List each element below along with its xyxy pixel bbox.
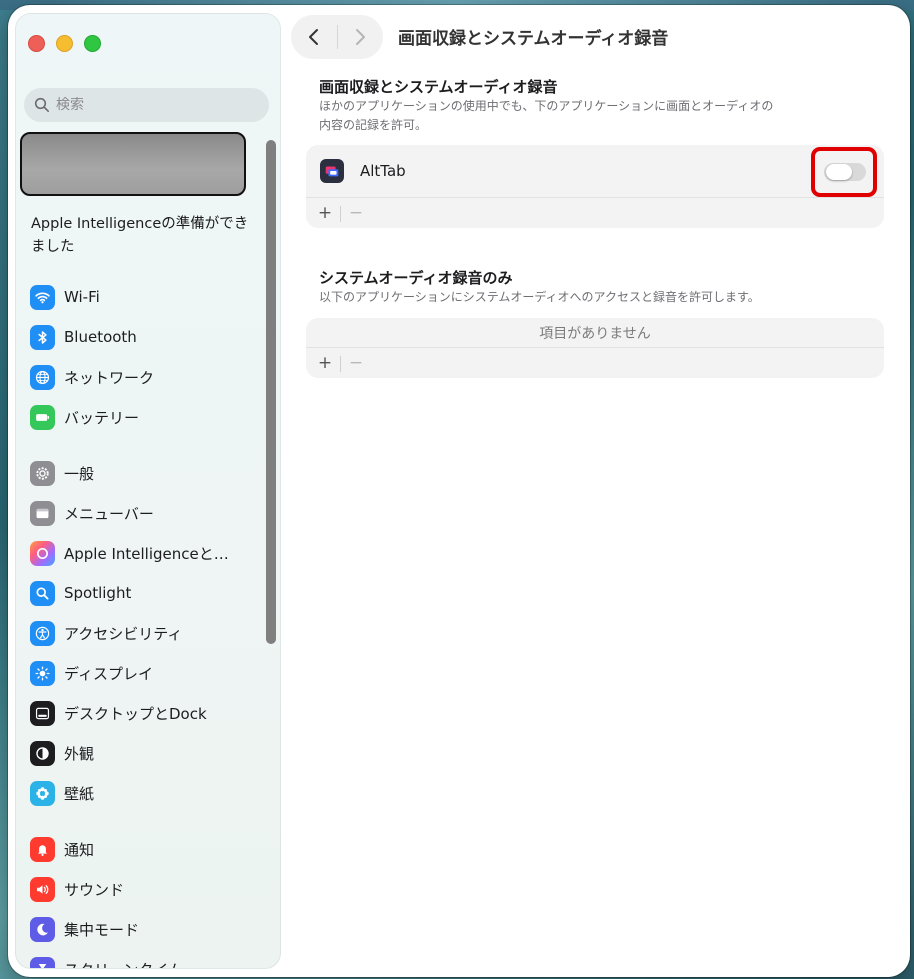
sidebar-item-spotlight[interactable]: Spotlight (30, 578, 260, 608)
sidebar-item-network[interactable]: ネットワーク (30, 362, 260, 392)
sidebar-item-desktop-dock[interactable]: デスクトップとDock (30, 698, 260, 728)
bluetooth-icon (30, 324, 55, 350)
sidebar-item-appearance[interactable]: 外観 (30, 738, 260, 768)
battery-icon (30, 404, 55, 430)
section-description: ほかのアプリケーションの使用中でも、下のアプリケーションに画面とオーディオの 内… (319, 97, 819, 135)
apple-intelligence-notice[interactable]: Apple Intelligenceの準備ができました (31, 213, 251, 259)
account-card[interactable] (20, 132, 246, 196)
app-name: AltTab (360, 162, 406, 180)
section-title-system-audio: システムオーディオ録音のみ (319, 269, 513, 287)
section-title-screen-recording: 画面収録とシステムオーディオ録音 (319, 78, 558, 96)
globe-icon (30, 364, 55, 390)
sidebar-item-label: Bluetooth (64, 328, 137, 346)
sidebar-item-label: 一般 (64, 464, 95, 483)
sidebar-item-wallpaper[interactable]: 壁紙 (30, 778, 260, 808)
section-description-line1: ほかのアプリケーションの使用中でも、下のアプリケーションに画面とオーディオの (319, 99, 774, 113)
remove-app-button[interactable]: − (345, 349, 367, 378)
search-input[interactable] (56, 97, 246, 113)
sidebar-item-focus[interactable]: 集中モード (30, 914, 260, 944)
empty-list-message: 項目がありません (306, 318, 884, 348)
sidebar-item-wifi[interactable]: Wi-Fi (30, 282, 260, 312)
sidebar-item-label: 集中モード (64, 920, 140, 939)
sidebar-item-label: アクセシビリティ (64, 624, 183, 643)
minimize-button[interactable] (56, 35, 73, 52)
back-button[interactable] (291, 15, 337, 59)
sidebar-item-apple-intelligence[interactable]: Apple Intelligenceと… (30, 538, 260, 568)
sidebar-item-label: Wi-Fi (64, 288, 100, 306)
bell-icon (30, 836, 55, 862)
sidebar-item-label: 通知 (64, 840, 95, 859)
footer-divider (340, 355, 341, 372)
search-field[interactable] (24, 88, 269, 122)
remove-app-button[interactable]: − (345, 199, 367, 228)
gear-icon (30, 460, 55, 486)
sidebar-scrollbar-thumb[interactable] (266, 140, 276, 644)
chevron-left-icon (308, 29, 318, 45)
sidebar-item-label: 外観 (64, 744, 95, 763)
app-row-alttab[interactable]: AltTab (306, 145, 884, 198)
sidebar-item-general[interactable]: 一般 (30, 458, 260, 488)
wifi-icon (30, 284, 55, 310)
sidebar-item-display[interactable]: ディスプレイ (30, 658, 260, 688)
screen-recording-apps-panel: AltTab + − (306, 145, 884, 228)
add-app-button[interactable]: + (314, 199, 336, 228)
section-description-line2: 内容の記録を許可。 (319, 118, 428, 132)
system-audio-apps-panel: 項目がありません + − (306, 318, 884, 378)
page-title: 画面収録とシステムオーディオ録音 (398, 29, 669, 49)
sidebar-item-label: ネットワーク (64, 368, 155, 387)
list-footer: + − (306, 199, 884, 228)
sidebar: Apple Intelligenceの準備ができました Wi-Fi Blueto… (15, 13, 281, 969)
chevron-right-icon (356, 29, 366, 45)
moon-icon (30, 916, 55, 942)
sidebar-item-label: ディスプレイ (64, 664, 153, 683)
sidebar-item-label: バッテリー (64, 408, 140, 427)
sidebar-item-sound[interactable]: サウンド (30, 874, 260, 904)
close-button[interactable] (28, 35, 45, 52)
section-description-system-audio: 以下のアプリケーションにシステムオーディオへのアクセスと録音を許可します。 (319, 290, 760, 304)
sidebar-item-label: デスクトップとDock (64, 704, 207, 723)
footer-divider (340, 205, 341, 222)
sidebar-item-notifications[interactable]: 通知 (30, 834, 260, 864)
accessibility-icon (30, 620, 55, 646)
sidebar-item-label: 壁紙 (64, 784, 95, 803)
add-app-button[interactable]: + (314, 349, 336, 378)
sidebar-item-label: サウンド (64, 880, 125, 899)
hourglass-icon (30, 956, 55, 968)
dock-icon (30, 700, 55, 726)
sidebar-item-battery[interactable]: バッテリー (30, 402, 260, 432)
magnifier-icon (30, 580, 55, 606)
forward-button[interactable] (337, 15, 383, 59)
navigation-buttons (291, 15, 383, 59)
sidebar-item-menubar[interactable]: メニューバー (30, 498, 260, 528)
apple-intelligence-icon (30, 540, 55, 566)
menubar-icon (30, 500, 55, 526)
sun-icon (30, 660, 55, 686)
alttab-permission-toggle[interactable] (824, 163, 866, 181)
wallpaper-icon (30, 780, 55, 806)
appearance-icon (30, 740, 55, 766)
traffic-lights (28, 35, 101, 52)
search-icon (34, 97, 49, 112)
zoom-button[interactable] (84, 35, 101, 52)
main-content: 画面収録とシステムオーディオ録音 画面収録とシステムオーディオ録音 ほかのアプリ… (291, 5, 910, 977)
sidebar-item-label: Spotlight (64, 584, 132, 602)
sidebar-item-accessibility[interactable]: アクセシビリティ (30, 618, 260, 648)
sidebar-item-label: メニューバー (64, 504, 154, 523)
sidebar-item-screen-time[interactable]: スクリーンタイム (30, 954, 260, 969)
toggle-knob (826, 164, 852, 180)
alttab-app-icon (320, 159, 344, 183)
sidebar-item-label: スクリーンタイム (64, 959, 183, 969)
sidebar-item-label: Apple Intelligenceと… (64, 544, 229, 563)
list-footer: + − (306, 349, 884, 378)
sidebar-item-bluetooth[interactable]: Bluetooth (30, 322, 260, 352)
system-settings-window: Apple Intelligenceの準備ができました Wi-Fi Blueto… (8, 5, 910, 977)
speaker-icon (30, 876, 55, 902)
